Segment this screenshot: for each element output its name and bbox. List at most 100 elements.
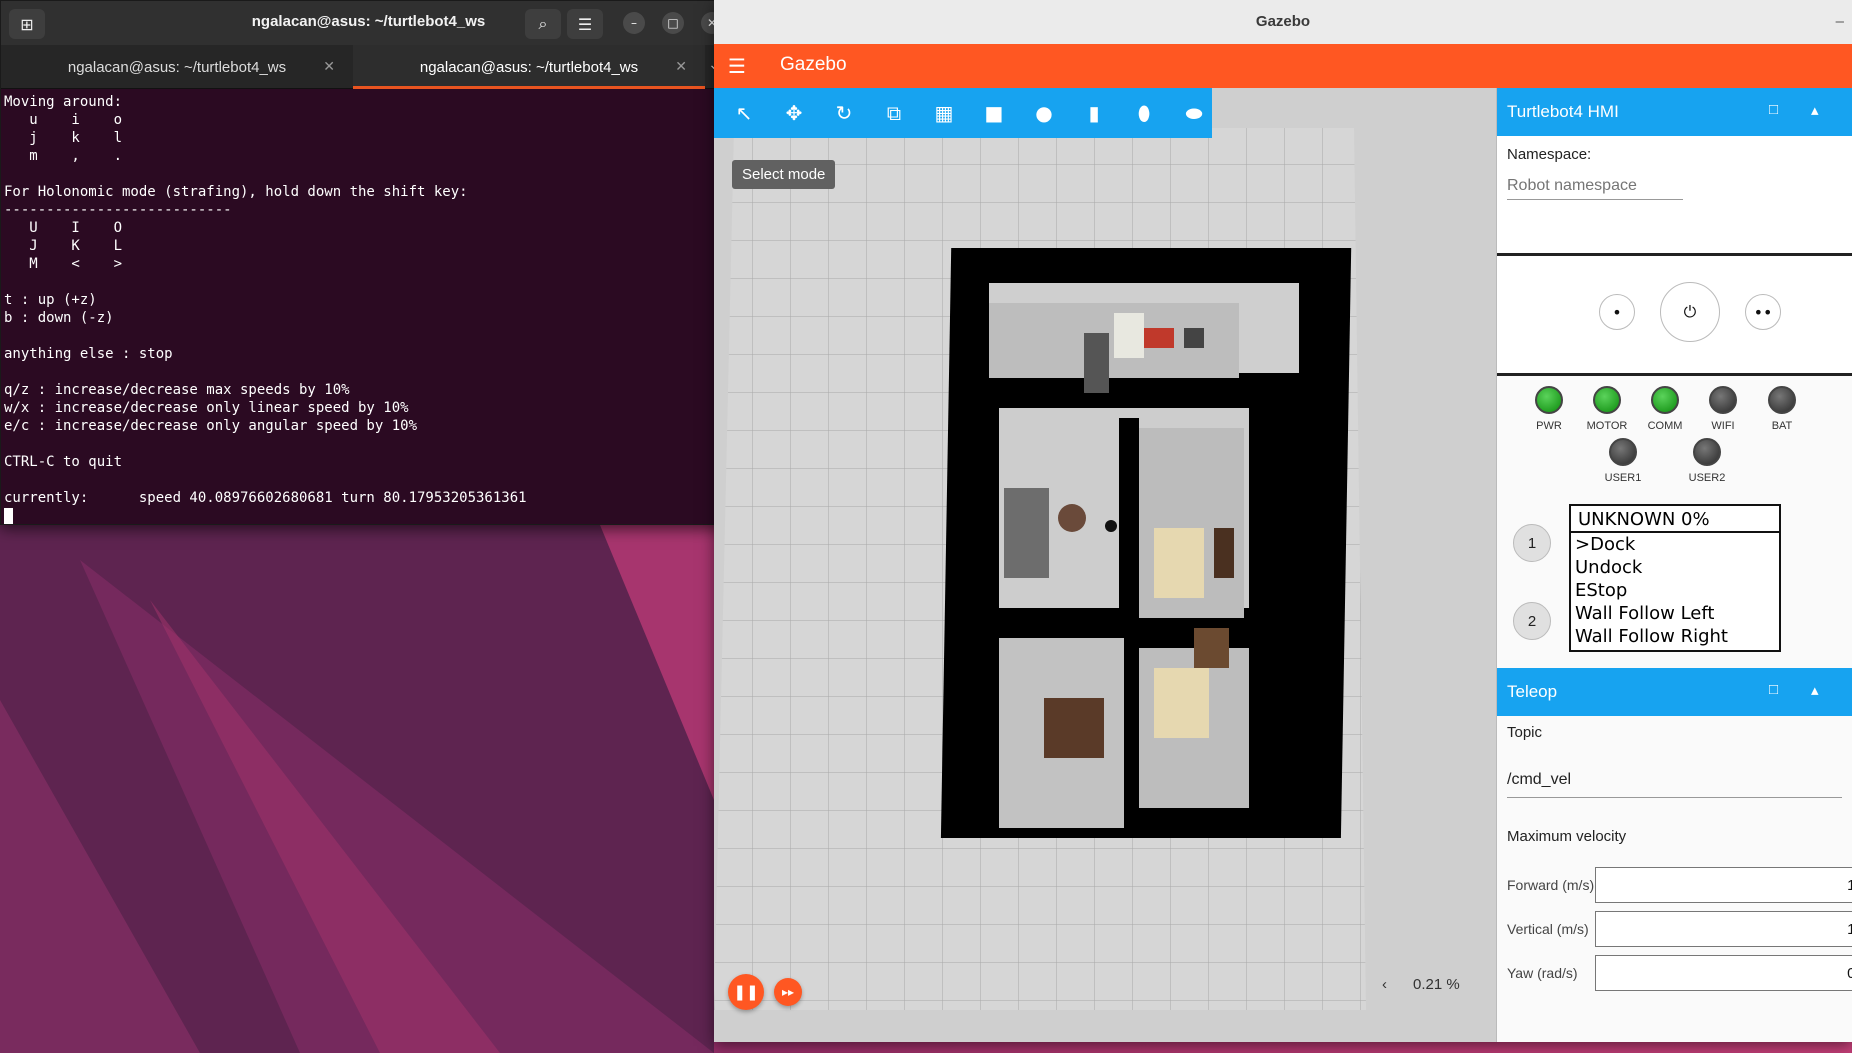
terminal-line: m , . xyxy=(4,148,123,164)
tab-close-icon[interactable]: ✕ xyxy=(675,58,687,75)
terminal-window: ⊞ ngalacan@asus: ~/turtlebot4_ws ⌕ ☰ – □… xyxy=(0,0,737,525)
led-user1: USER1 xyxy=(1593,438,1653,484)
terminal-line: J K L xyxy=(4,238,123,254)
terminal-tab-1[interactable]: ngalacan@asus: ~/turtlebot4_ws ✕ xyxy=(1,45,353,89)
minimize-icon[interactable]: – xyxy=(623,12,645,34)
app-title: Gazebo xyxy=(780,54,847,75)
terminal-line: M < > xyxy=(4,256,123,272)
led-pwr: PWR xyxy=(1519,386,1579,432)
select-mode-tooltip: Select mode xyxy=(732,160,836,189)
search-icon[interactable]: ⌕ xyxy=(525,9,561,39)
minimize-icon[interactable]: – xyxy=(1836,0,1844,44)
tab-label: ngalacan@asus: ~/turtlebot4_ws xyxy=(67,58,287,76)
lcd-display: UNKNOWN 0% >Dock Undock EStop Wall Follo… xyxy=(1569,504,1781,652)
led-light xyxy=(1651,386,1679,414)
hmi-button-2[interactable]: 2 xyxy=(1513,602,1551,640)
lcd-menu-item: Wall Follow Right xyxy=(1575,626,1728,647)
yaw-velocity-label: Yaw (rad/s) xyxy=(1507,965,1578,981)
single-dot-button[interactable]: • xyxy=(1599,294,1635,330)
topic-input[interactable]: /cmd_vel xyxy=(1507,771,1842,798)
terminal-line: e/c : increase/decrease only angular spe… xyxy=(4,418,418,434)
hamburger-menu-icon[interactable]: ☰ xyxy=(567,9,603,39)
teleop-body: Topic /cmd_vel Maximum velocity Forward … xyxy=(1497,716,1852,1001)
namespace-label: Namespace: xyxy=(1507,146,1592,163)
3d-scene-viewport[interactable]: ↖ ✥ ↻ ⧉ ▦ ■ ● ▮ ⬮ ⬬ Select mode ❚❚ ▸▸ ‹ … xyxy=(714,88,1496,1042)
forward-velocity-label: Forward (m/s) xyxy=(1507,877,1595,893)
scene-toolbar: ↖ ✥ ↻ ⧉ ▦ ■ ● ▮ ⬮ ⬬ xyxy=(714,88,1212,138)
terminal-line: Moving around: xyxy=(4,94,123,110)
hamburger-menu-icon[interactable]: ☰ xyxy=(728,54,746,78)
terminal-line: b : down (-z) xyxy=(4,310,114,326)
box-shape-icon[interactable]: ■ xyxy=(978,97,1010,129)
led-light xyxy=(1609,438,1637,466)
cylinder-shape-icon[interactable]: ▮ xyxy=(1078,97,1110,129)
rtf-expand-icon[interactable]: ‹ xyxy=(1382,976,1387,993)
max-velocity-label: Maximum velocity xyxy=(1507,828,1627,845)
terminal-titlebar: ⊞ ngalacan@asus: ~/turtlebot4_ws ⌕ ☰ – □… xyxy=(1,1,736,45)
namespace-input[interactable] xyxy=(1507,177,1683,200)
led-light xyxy=(1693,438,1721,466)
hmi-button-1[interactable]: 1 xyxy=(1513,524,1551,562)
select-arrow-icon[interactable]: ↖ xyxy=(728,97,760,129)
maximize-panel-icon[interactable]: □ xyxy=(1769,101,1778,118)
terminal-tab-2[interactable]: ngalacan@asus: ~/turtlebot4_ws ✕ xyxy=(353,45,705,89)
snap-icon[interactable]: ⧉ xyxy=(878,97,910,129)
pause-button[interactable]: ❚❚ xyxy=(728,974,764,1010)
terminal-line: j k l xyxy=(4,130,123,146)
step-forward-button[interactable]: ▸▸ xyxy=(774,978,802,1006)
forward-velocity-input[interactable]: 1.0 xyxy=(1595,867,1852,903)
real-time-factor: ‹ 0.21 % xyxy=(1382,976,1460,993)
led-light xyxy=(1535,386,1563,414)
sphere-shape-icon[interactable]: ● xyxy=(1028,97,1060,129)
terminal-line: CTRL-C to quit xyxy=(4,454,123,470)
terminal-output[interactable]: Moving around: u i o j k l m , . For Hol… xyxy=(1,89,736,524)
power-button[interactable]: ⏻ xyxy=(1660,282,1720,342)
terminal-tab-bar: ngalacan@asus: ~/turtlebot4_ws ✕ ngalaca… xyxy=(1,45,736,89)
gazebo-titlebar: Gazebo – xyxy=(714,0,1852,44)
led-bat: BAT xyxy=(1752,386,1812,432)
teleop-title: Teleop xyxy=(1507,682,1558,701)
gazebo-window: Gazebo – ☰ Gazebo ↖ ✥ ↻ ⧉ ▦ ■ ● ▮ ⬮ ⬬ Se… xyxy=(714,0,1852,1042)
vertical-velocity-input[interactable]: 1.0 xyxy=(1595,911,1852,947)
led-light xyxy=(1593,386,1621,414)
ellipsoid-shape-icon[interactable]: ⬬ xyxy=(1178,97,1210,129)
yaw-velocity-row: Yaw (rad/s) 0.5 xyxy=(1507,955,1852,993)
terminal-line: For Holonomic mode (strafing), hold down… xyxy=(4,184,468,200)
led-light xyxy=(1709,386,1737,414)
terminal-line: U I O xyxy=(4,220,123,236)
led-indicators: PWR MOTOR COMM WIFI BAT USER1 USER2 xyxy=(1497,376,1852,504)
window-title: Gazebo xyxy=(1255,13,1311,30)
topic-label: Topic xyxy=(1507,724,1543,741)
grid-icon[interactable]: ▦ xyxy=(928,97,960,129)
vertical-velocity-row: Vertical (m/s) 1.0 xyxy=(1507,911,1852,949)
lcd-menu-item: Undock xyxy=(1575,557,1643,578)
translate-icon[interactable]: ✥ xyxy=(778,97,810,129)
capsule-shape-icon[interactable]: ⬮ xyxy=(1128,97,1160,129)
gazebo-app-bar: ☰ Gazebo xyxy=(714,44,1852,88)
terminal-line: --------------------------- xyxy=(4,202,232,218)
terminal-cursor xyxy=(4,508,13,524)
lcd-header: UNKNOWN 0% xyxy=(1571,506,1779,533)
led-motor: MOTOR xyxy=(1577,386,1637,432)
maximize-panel-icon[interactable]: □ xyxy=(1769,681,1778,698)
terminal-line: currently: speed 40.08976602680681 turn … xyxy=(4,490,527,506)
lcd-menu-item: Wall Follow Left xyxy=(1575,603,1715,624)
double-dot-button[interactable]: •• xyxy=(1745,294,1781,330)
terminal-line: q/z : increase/decrease max speeds by 10… xyxy=(4,382,350,398)
yaw-velocity-input[interactable]: 0.5 xyxy=(1595,955,1852,991)
rtf-value: 0.21 % xyxy=(1413,976,1460,993)
right-panel: Turtlebot4 HMI □ ▴ Namespace: • ⏻ •• PWR… xyxy=(1496,88,1852,1042)
maximize-icon[interactable]: □ xyxy=(662,12,684,34)
collapse-panel-icon[interactable]: ▴ xyxy=(1811,681,1819,699)
hmi-buttons-section: • ⏻ •• xyxy=(1497,256,1852,376)
lcd-menu-item: >Dock xyxy=(1575,534,1636,555)
scene-render xyxy=(714,88,1496,1042)
rotate-icon[interactable]: ↻ xyxy=(828,97,860,129)
collapse-panel-icon[interactable]: ▴ xyxy=(1811,101,1819,119)
tab-close-icon[interactable]: ✕ xyxy=(323,58,335,75)
hmi-panel-header: Turtlebot4 HMI □ ▴ xyxy=(1497,88,1852,136)
